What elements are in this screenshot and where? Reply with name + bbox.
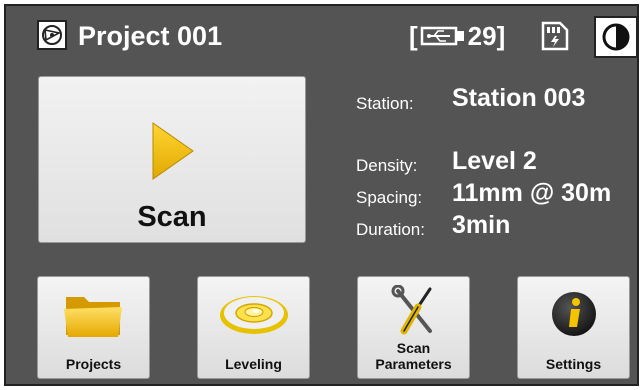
level-icon	[220, 296, 288, 334]
scan-label: Scan	[137, 201, 207, 233]
scan-button[interactable]: Scan	[38, 76, 306, 243]
spacing-value: 11mm @ 30m	[452, 179, 612, 207]
projects-button[interactable]: Projects	[37, 276, 150, 379]
scan-parameters-line2: Parameters	[375, 356, 452, 372]
scan-parameters-button[interactable]: Scan Parameters	[357, 276, 470, 379]
contrast-button[interactable]	[594, 16, 637, 58]
contrast-icon	[602, 23, 630, 51]
project-icon	[37, 20, 67, 50]
header: Project 001 [ 29 ]	[6, 6, 637, 64]
tools-icon	[391, 285, 432, 335]
play-icon	[152, 122, 194, 180]
station-value: Station 003	[452, 84, 586, 112]
scan-parameters-line1: Scan	[396, 340, 431, 356]
sd-card-icon[interactable]	[540, 20, 570, 52]
density-label: Density:	[356, 156, 418, 175]
density-value: Level 2	[452, 147, 537, 175]
spacing-label: Spacing:	[356, 188, 423, 207]
scanner-screen: Project 001 [ 29 ] Scan Station: Station…	[4, 4, 639, 386]
leveling-button[interactable]: Leveling	[197, 276, 310, 379]
storage-indicator: [ 29 ]	[409, 20, 505, 52]
projects-label: Projects	[65, 356, 122, 372]
scan-parameters-label: Scan Parameters	[358, 340, 469, 372]
duration-value: 3min	[452, 211, 511, 239]
storage-open-bracket: [	[409, 21, 418, 51]
usb-drive-icon	[420, 23, 466, 49]
project-title: Project 001	[78, 21, 223, 51]
settings-button[interactable]: Settings	[517, 276, 630, 379]
storage-count: 29	[467, 21, 497, 51]
station-label: Station:	[356, 94, 414, 113]
storage-close-bracket: ]	[496, 21, 506, 51]
leveling-label: Leveling	[225, 356, 282, 372]
folder-icon	[64, 297, 122, 337]
settings-label: Settings	[545, 356, 602, 372]
duration-label: Duration:	[356, 220, 425, 239]
info-icon	[552, 292, 596, 336]
